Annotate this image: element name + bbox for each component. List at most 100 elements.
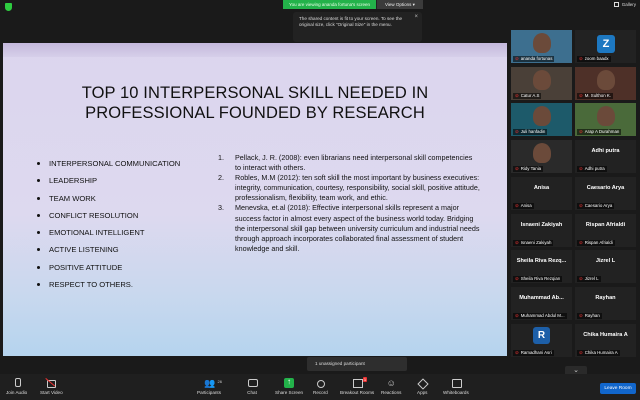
- participants-button[interactable]: 👥 26 Participants: [197, 378, 222, 395]
- viewing-banner: You are viewing ananda fortuna's screen …: [283, 0, 423, 9]
- participant-tile[interactable]: ⊘ Arap A Durahman: [575, 103, 636, 137]
- participant-name: Rispan Afrialdi: [584, 239, 613, 245]
- whiteboards-button[interactable]: Whiteboards: [443, 378, 469, 395]
- participant-tile[interactable]: R ⊘ Ramadhani Asri: [511, 323, 572, 357]
- participant-tile[interactable]: Caesario Arya ⊘ Caesario Arya: [575, 176, 636, 210]
- skill-item: LEADERSHIP: [37, 172, 180, 189]
- muted-mic-icon: ⊘: [579, 349, 583, 355]
- record-button[interactable]: Record: [313, 378, 328, 395]
- participant-tile[interactable]: Muhammad Ab... ⊘ Muhammad Abdul M...: [511, 286, 572, 320]
- muted-mic-icon: ⊘: [515, 166, 519, 172]
- join-audio-button[interactable]: Join Audio: [6, 378, 27, 395]
- breakout-rooms-button[interactable]: 1 Breakout Rooms: [340, 377, 374, 395]
- participant-name-label: ⊘ Juli hanfadin: [513, 129, 548, 136]
- participant-name: Rayhan: [584, 312, 600, 318]
- participant-tile[interactable]: Z ⊘ zoom baadx: [575, 30, 636, 63]
- participant-tile[interactable]: Anisa ⊘ Anisa: [511, 176, 572, 210]
- slide-title-line-1: TOP 10 INTERPERSONAL SKILL NEEDED IN: [81, 84, 429, 102]
- participant-name-label: ⊘ Rispan Afrialdi: [577, 239, 615, 246]
- chat-button[interactable]: Chat: [247, 378, 258, 395]
- apps-icon: [417, 378, 427, 388]
- participant-name: zoom baadx: [584, 56, 609, 61]
- participants-count: 26: [217, 379, 222, 384]
- security-shield-icon[interactable]: [5, 3, 12, 11]
- participant-tile[interactable]: Rispan Afrialdi ⊘ Rispan Afrialdi: [575, 213, 636, 247]
- reference-item: 3. Menevska, et.al (2018): Effective inte…: [218, 203, 480, 253]
- participant-name-label: ⊘ Adhi putra: [577, 166, 607, 173]
- participant-display-name: Isnaeni Zakiyah: [520, 221, 563, 228]
- participant-video-avatar: [596, 69, 615, 90]
- participant-initial-avatar: Z: [597, 35, 615, 53]
- participant-name: Jizrel L: [584, 276, 599, 282]
- participant-video-avatar: [596, 106, 615, 127]
- participant-tile[interactable]: Chika Humaira A ⊘ Chika Humaira A: [575, 323, 636, 357]
- participant-tile[interactable]: ⊘ ananda fortunas: [511, 30, 572, 63]
- whiteboards-label: Whiteboards: [443, 390, 469, 395]
- muted-mic-icon: ⊘: [515, 129, 519, 135]
- reference-item: 1. Pellack, J. R. (2008): even librarians…: [218, 153, 480, 173]
- chat-label: Chat: [247, 390, 257, 395]
- participants-label: Participants: [197, 390, 222, 395]
- viewing-label: You are viewing ananda fortuna's screen: [283, 0, 376, 9]
- participant-video-avatar: [532, 143, 551, 164]
- participant-name-label: ⊘ ananda fortunas: [513, 56, 555, 62]
- reactions-button[interactable]: ☺ Reactions: [381, 378, 401, 395]
- muted-mic-icon: ⊘: [579, 312, 583, 318]
- participant-name: Arap A Durahman: [584, 129, 620, 135]
- participant-name-label: ⊘ Anisa: [513, 202, 534, 209]
- zoom-window: You are viewing ananda fortuna's screen …: [0, 0, 640, 400]
- skill-item: RESPECT TO OTHERS.: [37, 276, 180, 293]
- participant-name-label: ⊘ Rayhan: [577, 312, 602, 319]
- skill-item: INTERPERSONAL COMMUNICATION: [37, 155, 180, 172]
- share-screen-label: Share Screen: [275, 390, 304, 395]
- join-audio-label: Join Audio: [6, 390, 28, 395]
- participants-gallery: ⊘ ananda fortunas Z ⊘ zoom baadx ⊘ Catur A.S ⊘ M…: [511, 30, 640, 365]
- skill-item: EMOTIONAL INTELLIGENT: [37, 224, 180, 241]
- muted-mic-icon: ⊘: [515, 202, 519, 208]
- muted-mic-icon: ⊘: [515, 312, 519, 318]
- participant-tile[interactable]: Jizrel L ⊘ Jizrel L: [575, 250, 636, 284]
- muted-mic-icon: ⊘: [579, 276, 583, 282]
- gallery-view-button[interactable]: Gallery: [613, 2, 636, 7]
- reference-number: 3.: [218, 203, 224, 213]
- reactions-label: Reactions: [381, 390, 402, 395]
- participant-display-name: Anisa: [533, 184, 550, 191]
- share-screen-button[interactable]: Share Screen: [275, 377, 304, 395]
- muted-mic-icon: ⊘: [515, 56, 519, 61]
- chat-bubble-icon: [247, 378, 258, 388]
- participant-video-avatar: [532, 33, 551, 53]
- participant-tile[interactable]: Adhi putra ⊘ Adhi putra: [575, 140, 636, 174]
- unassigned-participant-notice[interactable]: 1 unassigned participant: [307, 357, 407, 371]
- participant-tile[interactable]: ⊘ M. Sulthon K.: [575, 66, 636, 100]
- apps-label: Apps: [417, 390, 428, 395]
- muted-mic-icon: ⊘: [515, 349, 519, 355]
- participant-tile[interactable]: Rayhan ⊘ Rayhan: [575, 286, 636, 320]
- participant-name: Chika Humaira A: [584, 349, 618, 355]
- view-options-button[interactable]: View Options ▾: [376, 0, 423, 9]
- smiley-icon: ☺: [386, 378, 396, 388]
- participant-display-name: Adhi putra: [591, 148, 620, 155]
- start-video-button[interactable]: Start Video: [40, 378, 63, 395]
- muted-mic-icon: ⊘: [579, 129, 583, 135]
- reference-number: 1.: [218, 153, 224, 162]
- apps-button[interactable]: Apps: [417, 378, 427, 395]
- participant-name-label: ⊘ Sheila Riva Rezqian: [513, 276, 563, 283]
- close-icon[interactable]: ×: [414, 14, 418, 20]
- muted-mic-icon: ⊘: [579, 56, 583, 61]
- participant-tile[interactable]: ⊘ Catur A.S: [511, 66, 572, 100]
- muted-mic-icon: ⊘: [515, 276, 519, 282]
- muted-mic-icon: ⊘: [579, 92, 583, 98]
- participant-tile[interactable]: Sheila Riva Rezq... ⊘ Sheila Riva Rezqian: [511, 250, 572, 284]
- leave-room-button[interactable]: Leave Room: [600, 383, 636, 394]
- participant-tile[interactable]: ⊘ Ridy Tania: [511, 140, 572, 174]
- participant-name: ananda fortunas: [520, 56, 553, 61]
- fit-screen-tooltip: The shared content is fit to your screen…: [293, 12, 422, 42]
- participant-name: Sheila Riva Rezqian: [520, 276, 561, 282]
- participant-display-name: Jizrel L: [595, 258, 616, 265]
- muted-mic-icon: ⊘: [579, 166, 583, 172]
- grid-icon: [613, 2, 619, 7]
- participant-tile[interactable]: Isnaeni Zakiyah ⊘ Isnaeni Zakiyah: [511, 213, 572, 247]
- participant-tile[interactable]: ⊘ Juli hanfadin: [511, 103, 572, 137]
- participant-name: Ramadhani Asri: [520, 349, 552, 355]
- participant-name-label: ⊘ Chika Humaira A: [577, 349, 620, 356]
